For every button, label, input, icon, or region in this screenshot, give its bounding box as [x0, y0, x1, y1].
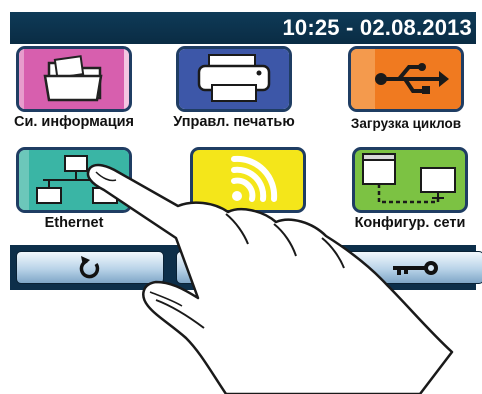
- pointing-hand-icon: [86, 163, 454, 394]
